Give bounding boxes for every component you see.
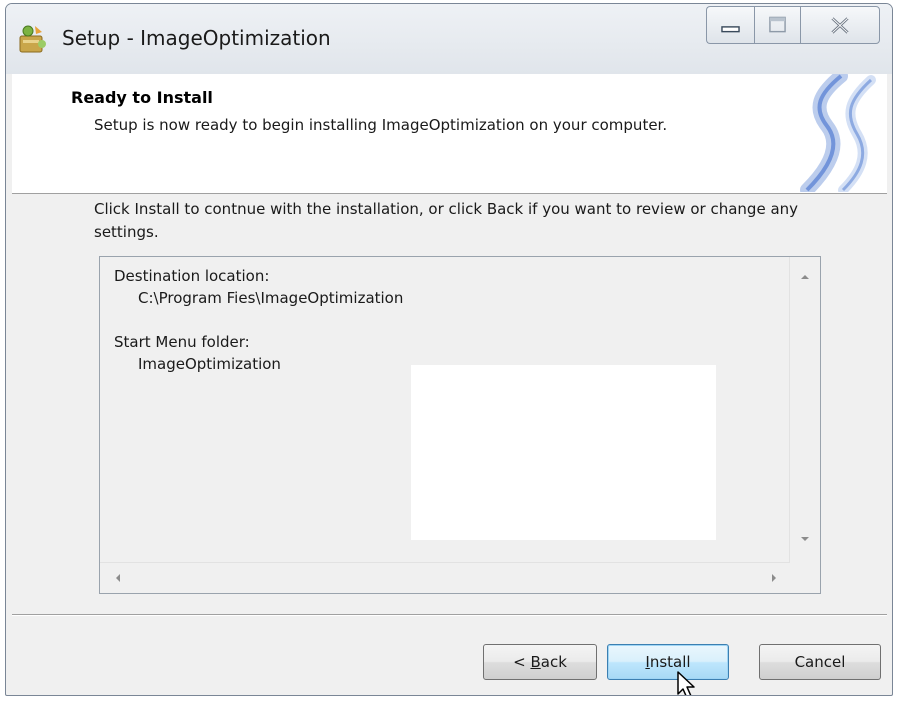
start-menu-label: Start Menu folder: xyxy=(114,333,250,351)
back-button[interactable]: < Back xyxy=(483,644,597,680)
window-controls xyxy=(706,6,891,46)
maximize-button[interactable] xyxy=(754,6,800,44)
minimize-button[interactable] xyxy=(706,6,754,44)
page-title: Ready to Install xyxy=(71,88,213,107)
mouse-pointer-icon xyxy=(677,671,695,695)
vertical-scrollbar[interactable] xyxy=(789,257,820,563)
back-button-label: ack xyxy=(540,653,567,671)
scroll-down-arrow-icon[interactable] xyxy=(799,533,811,545)
wizard-swirl-graphic xyxy=(800,74,876,192)
title-bar[interactable]: Setup - ImageOptimization xyxy=(6,4,892,74)
close-button[interactable] xyxy=(800,6,880,44)
back-button-mnemonic: B xyxy=(530,653,541,671)
window-title: Setup - ImageOptimization xyxy=(62,26,331,50)
wizard-header: Ready to Install Setup is now ready to b… xyxy=(12,74,887,194)
setup-window: Setup - ImageOptimization Ready to Insta… xyxy=(5,3,893,696)
minimize-icon xyxy=(721,26,740,33)
cancel-button[interactable]: Cancel xyxy=(759,644,881,680)
scrollbar-corner xyxy=(790,563,820,593)
horizontal-scrollbar[interactable] xyxy=(100,562,790,593)
scroll-right-arrow-icon[interactable] xyxy=(768,572,780,584)
destination-value: C:\Program Fies\ImageOptimization xyxy=(138,289,404,307)
ready-memo[interactable]: Destination location: C:\Program Fies\Im… xyxy=(99,256,821,594)
back-button-prefix: < xyxy=(513,653,531,671)
redacted-area xyxy=(411,365,716,540)
footer-divider xyxy=(12,614,887,616)
instruction-text: Click Install to contnue with the instal… xyxy=(94,200,799,241)
memo-content: Destination location: C:\Program Fies\Im… xyxy=(114,265,403,375)
destination-label: Destination location: xyxy=(114,267,270,285)
maximize-icon xyxy=(769,16,786,33)
install-button-label: nstall xyxy=(649,653,691,671)
close-icon xyxy=(831,17,849,34)
scroll-left-arrow-icon[interactable] xyxy=(112,572,124,584)
memo-spacer xyxy=(114,309,403,331)
page-subtitle: Setup is now ready to begin installing I… xyxy=(94,116,668,134)
setup-app-icon xyxy=(19,25,46,53)
scroll-up-arrow-icon[interactable] xyxy=(799,271,811,283)
install-button[interactable]: Install xyxy=(607,644,729,680)
wizard-body: Click Install to contnue with the instal… xyxy=(12,194,887,614)
start-menu-value: ImageOptimization xyxy=(138,355,281,373)
